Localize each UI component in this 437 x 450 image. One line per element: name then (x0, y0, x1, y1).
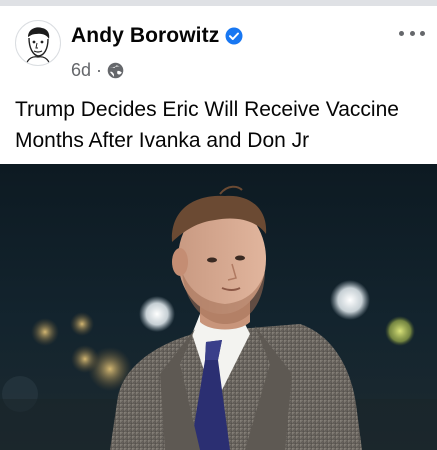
globe-icon[interactable] (107, 62, 124, 79)
author-avatar[interactable] (15, 20, 61, 66)
author-name[interactable]: Andy Borowitz (71, 24, 219, 48)
feed-post: Andy Borowitz 6d · Trump Decides Eric Wi… (0, 0, 437, 450)
post-header: Andy Borowitz 6d · (0, 6, 437, 88)
post-text: Trump Decides Eric Will Receive Vaccine … (15, 98, 399, 152)
post-timestamp[interactable]: 6d (71, 60, 91, 81)
more-options-button[interactable] (399, 26, 425, 40)
more-dot (409, 30, 415, 36)
post-meta: 6d · (71, 60, 124, 81)
more-dot (420, 30, 425, 36)
meta-separator: · (96, 60, 103, 80)
more-dot (399, 30, 404, 36)
author-row: Andy Borowitz (71, 24, 243, 48)
verified-check-icon (225, 27, 243, 45)
post-photo[interactable] (0, 164, 437, 450)
